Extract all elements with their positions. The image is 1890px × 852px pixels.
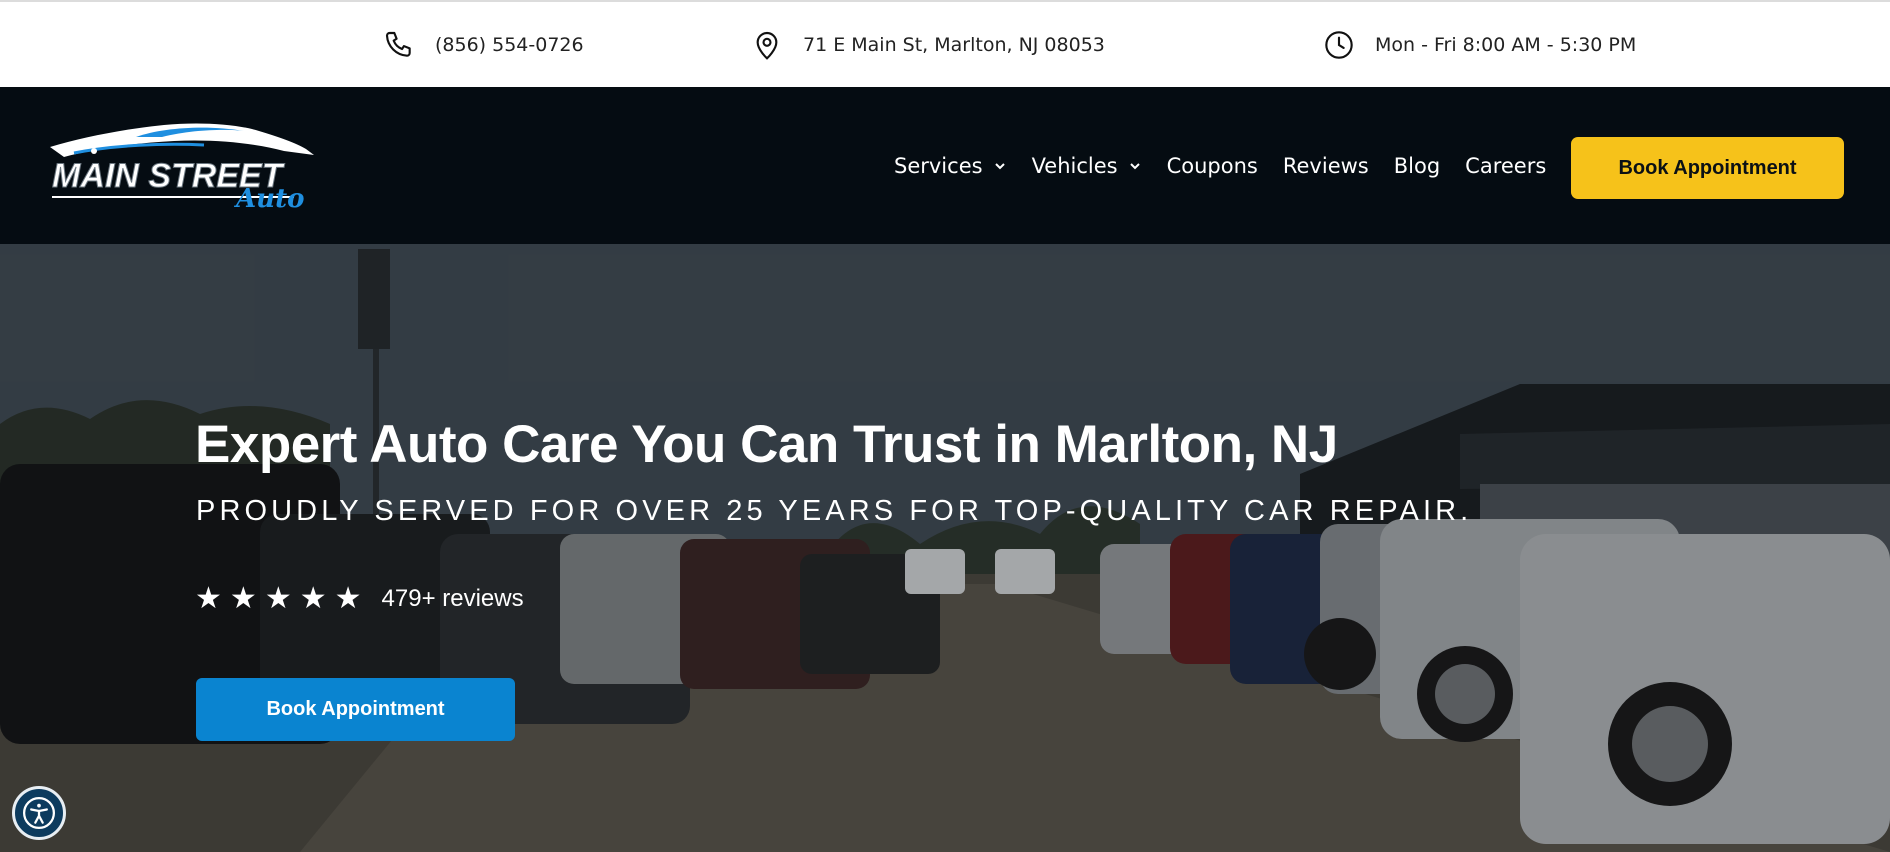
nav-item-services[interactable]: Services xyxy=(894,154,1007,178)
star-rating: ★ ★ ★ ★ ★ xyxy=(195,584,370,614)
accessibility-button[interactable] xyxy=(12,786,66,840)
hours-info: Mon - Fri 8:00 AM - 5:30 PM xyxy=(1323,2,1636,87)
nav-item-label: Blog xyxy=(1393,153,1441,178)
nav-item-label: Careers xyxy=(1465,153,1547,178)
hero-title: Expert Auto Care You Can Trust in Marlto… xyxy=(195,415,1338,474)
nav-item-careers[interactable]: Careers xyxy=(1465,154,1546,178)
map-pin-icon xyxy=(756,31,778,60)
star-icon: ★ xyxy=(195,581,222,616)
chevron-down-icon xyxy=(994,162,1005,169)
nav-item-vehicles[interactable]: Vehicles xyxy=(1032,154,1142,178)
nav-item-coupons[interactable]: Coupons xyxy=(1167,154,1258,178)
phone-number[interactable]: (856) 554-0726 xyxy=(435,34,584,56)
site-logo[interactable]: MAIN STREET Auto xyxy=(44,117,336,217)
nav-item-label: Vehicles xyxy=(1031,153,1118,178)
accessibility-icon xyxy=(22,796,56,830)
star-icon: ★ xyxy=(229,581,257,616)
logo-car-graphic: MAIN STREET Auto xyxy=(50,123,314,214)
address-info[interactable]: 71 E Main St, Marlton, NJ 08053 xyxy=(751,2,1105,87)
star-icon: ★ xyxy=(299,581,327,616)
nav-menu: Services Vehicles Coupons Reviews Blog C… xyxy=(894,87,1571,244)
nav-item-label: Reviews xyxy=(1282,153,1369,178)
review-count[interactable]: 479+ reviews xyxy=(382,585,524,613)
star-icon: ★ xyxy=(264,581,292,616)
hours-text: Mon - Fri 8:00 AM - 5:30 PM xyxy=(1375,33,1637,56)
clock-icon xyxy=(1325,30,1353,59)
nav-item-label: Coupons xyxy=(1166,153,1258,178)
contact-info-bar: (856) 554-0726 71 E Main St, Marlton, NJ… xyxy=(0,0,1890,87)
phone-icon xyxy=(385,31,411,57)
hero-subtitle: PROUDLY SERVED FOR OVER 25 YEARS FOR TOP… xyxy=(196,495,1473,527)
chevron-down-icon xyxy=(1129,162,1140,169)
nav-item-label: Services xyxy=(894,153,983,178)
nav-item-blog[interactable]: Blog xyxy=(1394,154,1440,178)
book-appointment-button[interactable]: Book Appointment xyxy=(1571,137,1844,199)
hero-section: Expert Auto Care You Can Trust in Marlto… xyxy=(0,244,1890,852)
phone-info[interactable]: (856) 554-0726 xyxy=(383,2,584,87)
svg-text:Auto: Auto xyxy=(233,184,304,214)
main-navigation: MAIN STREET Auto Services Vehicles Coupo… xyxy=(0,87,1890,244)
star-icon: ★ xyxy=(334,581,362,616)
hero-dark-overlay xyxy=(0,244,1890,852)
rating-summary[interactable]: ★ ★ ★ ★ ★ 479+ reviews xyxy=(195,579,524,619)
address-text[interactable]: 71 E Main St, Marlton, NJ 08053 xyxy=(803,34,1105,56)
nav-item-reviews[interactable]: Reviews xyxy=(1283,154,1369,178)
hero-book-appointment-button[interactable]: Book Appointment xyxy=(196,678,515,741)
